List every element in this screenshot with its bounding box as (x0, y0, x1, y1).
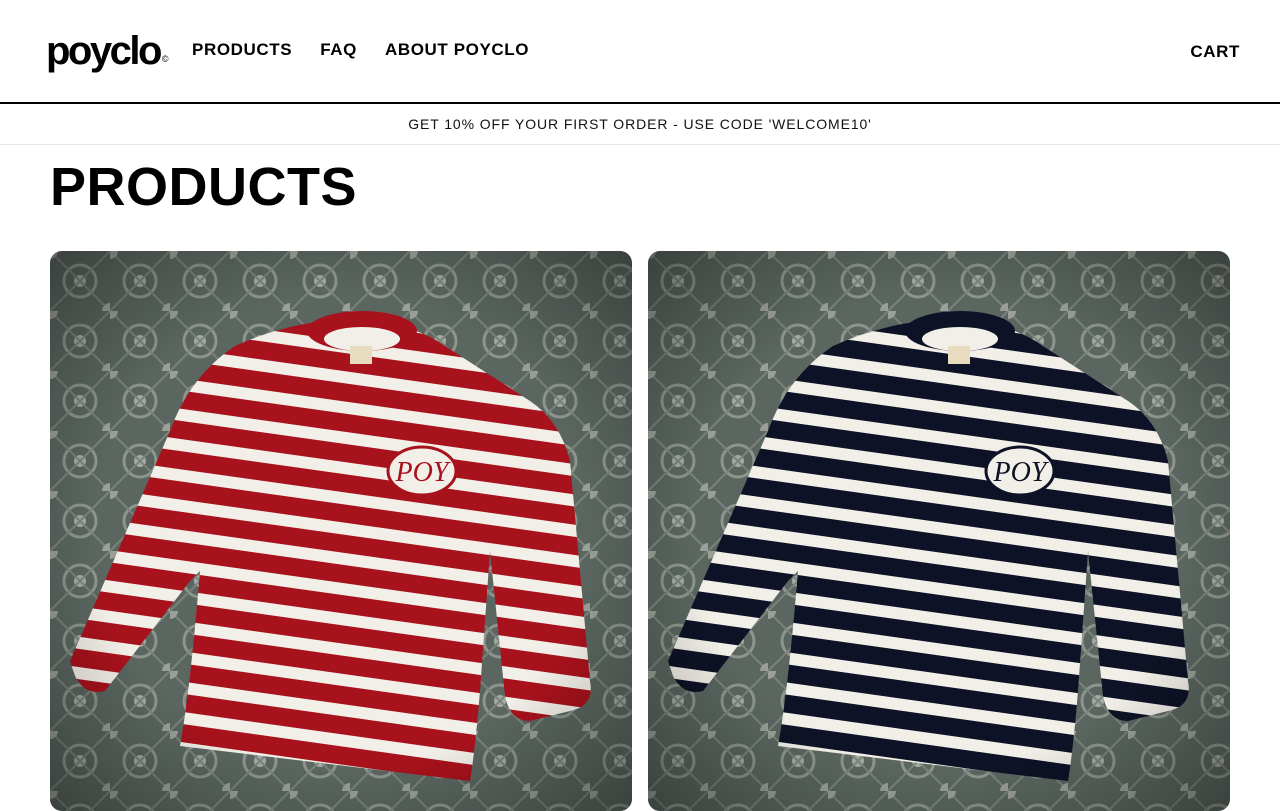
cart-link[interactable]: CART (1190, 42, 1240, 62)
product-image-red-sweater[interactable]: POY (50, 251, 632, 811)
logo-registered-mark: © (161, 54, 169, 64)
announcement-text: GET 10% OFF YOUR FIRST ORDER - USE CODE … (408, 116, 872, 132)
page-title: PRODUCTS (50, 157, 358, 217)
product-card[interactable]: POY (648, 251, 1230, 811)
logo-text: poyclo (46, 29, 162, 73)
nav-link-faq[interactable]: FAQ (320, 40, 357, 60)
nav-link-about-poyclo[interactable]: ABOUT POYCLO (385, 40, 529, 60)
nav-link-products[interactable]: PRODUCTS (192, 40, 292, 60)
announcement-bar: GET 10% OFF YOUR FIRST ORDER - USE CODE … (0, 104, 1280, 145)
main-nav: PRODUCTS FAQ ABOUT POYCLO (192, 40, 529, 60)
site-header: poyclo © PRODUCTS FAQ ABOUT POYCLO CART (0, 0, 1280, 104)
poyclo-logo[interactable]: poyclo © (46, 26, 169, 76)
product-image-navy-sweater[interactable]: POY (648, 251, 1230, 811)
product-card[interactable]: POY (50, 251, 632, 811)
product-grid: POY (50, 251, 1230, 811)
